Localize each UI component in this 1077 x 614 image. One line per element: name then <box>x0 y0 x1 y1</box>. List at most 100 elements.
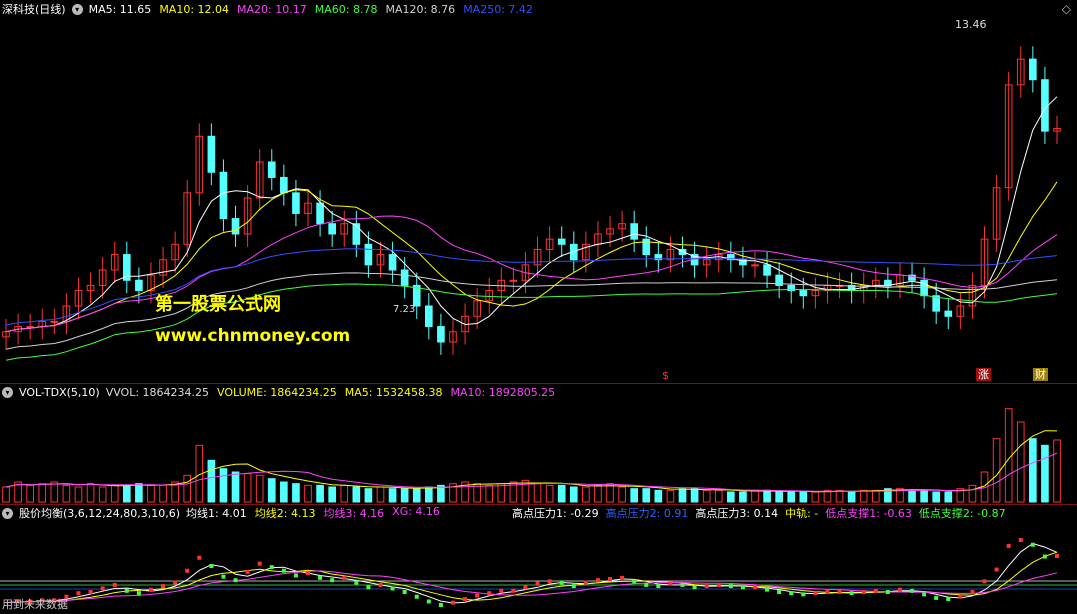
candle-body <box>280 176 288 194</box>
candle-body <box>763 264 771 276</box>
volume-bar <box>751 489 759 503</box>
volume-bar <box>690 488 699 503</box>
indicator-pane[interactable]: ▾ 股价均衡(3,6,12,24,80,3,10,6) 均线1: 4.01 均线2… <box>0 505 1077 614</box>
volume-bar <box>2 486 10 503</box>
indicator-dot <box>752 585 757 590</box>
expand-icon[interactable]: ◇ <box>1062 2 1071 16</box>
collapse-icon[interactable]: ▾ <box>2 507 13 519</box>
volume-bar <box>944 491 953 503</box>
indicator-dot <box>487 591 492 596</box>
indicator-dot <box>897 587 902 592</box>
candle-body <box>751 264 759 267</box>
indicator-dot <box>1030 542 1035 547</box>
ma-value-4: MA120: 8.76 <box>385 2 456 16</box>
volume-bar <box>304 484 312 503</box>
ind-value-0: 均线1: 4.01 <box>186 507 247 520</box>
candle-body <box>219 171 228 220</box>
volume-bar <box>654 489 663 503</box>
vol-value-1: VOLUME: 1864234.25 <box>217 385 337 399</box>
volume-bar <box>424 486 433 503</box>
ma-value-2: MA20: 10.17 <box>237 2 307 16</box>
collapse-icon[interactable]: ▾ <box>2 386 13 398</box>
candle-body <box>26 326 34 329</box>
volume-bar <box>243 473 252 503</box>
candle-body <box>437 326 445 343</box>
volume-bar <box>231 471 240 503</box>
indicator-dot <box>269 565 274 570</box>
indicator-dot <box>620 575 625 580</box>
price-pane[interactable]: 深科技(日线) ▾ MA5: 11.65 MA10: 12.04 MA20: 10.… <box>0 0 1077 383</box>
candle-body <box>1029 58 1037 81</box>
volume-bar <box>799 491 808 503</box>
indicator-name: 股价均衡(3,6,12,24,80,3,10,6) <box>19 507 181 520</box>
volume-pane[interactable]: ▾ VOL-TDX(5,10) VVOL: 1864234.25 VOLUME: … <box>0 384 1077 504</box>
volume-bar <box>207 459 216 503</box>
indicator-dot <box>958 594 963 599</box>
indicator-dot <box>535 581 540 586</box>
candle-body <box>509 279 518 282</box>
indicator-dot <box>801 592 806 597</box>
indicator-dot <box>76 591 81 596</box>
volume-bar <box>557 484 566 503</box>
ind-value-1: 均线2: 4.13 <box>254 507 316 520</box>
marker-zhang[interactable]: 涨 <box>976 368 991 381</box>
volume-bar <box>110 484 119 503</box>
volume-bar <box>642 488 651 503</box>
indicator-dot <box>342 575 347 580</box>
volume-header: ▾ VOL-TDX(5,10) VVOL: 1864234.25 VOLUME: … <box>2 384 555 400</box>
indicator-dot <box>922 592 927 597</box>
indicator-dot <box>765 587 770 592</box>
indicator-dot <box>438 603 443 607</box>
indicator-dot <box>837 590 842 594</box>
candle-body <box>267 161 276 178</box>
indicator-dot <box>571 584 576 589</box>
indicator-dot <box>245 569 250 574</box>
indicator-dot <box>112 582 117 587</box>
volume-bar <box>908 489 916 503</box>
collapse-icon[interactable]: ▾ <box>71 3 83 15</box>
volume-bar <box>1053 439 1061 503</box>
marker-s[interactable]: $ <box>660 369 671 382</box>
volume-bar <box>86 483 95 503</box>
indicator-dot <box>426 599 431 604</box>
indicator-dot <box>463 597 468 602</box>
indicator-dot <box>777 590 782 594</box>
volume-bar <box>871 489 880 503</box>
indicator-dot <box>789 591 794 596</box>
indicator-dot <box>390 586 395 591</box>
volume-bar <box>739 491 747 503</box>
volume-bar <box>267 478 276 503</box>
level-value-2: 高点压力3: 0.14 <box>695 507 779 520</box>
level-values: 高点压力1: -0.29 高点压力2: 0.91 高点压力3: 0.14 中轨: - 低… <box>512 505 1006 521</box>
volume-bar <box>787 491 796 503</box>
volume-bar <box>328 486 336 503</box>
volume-bar <box>992 438 1001 503</box>
indicator-dot <box>475 593 480 598</box>
low-label: 7.23 <box>393 304 416 315</box>
indicator-dot <box>281 568 286 573</box>
volume-bar <box>400 488 409 503</box>
indicator-dot <box>692 585 697 590</box>
candle-body <box>352 223 361 245</box>
indicator-dot <box>656 584 661 589</box>
indicator-dot <box>680 582 685 587</box>
candle-body <box>316 202 324 225</box>
volume-values: VVOL: 1864234.25 VOLUME: 1864234.25 MA5: 1… <box>106 386 556 399</box>
volume-bar <box>594 484 602 503</box>
candle-body <box>932 295 941 312</box>
marker-caibao[interactable]: 财 <box>1033 368 1048 381</box>
indicator-dot <box>1006 543 1011 548</box>
indicator-dot <box>970 590 975 594</box>
candle-body <box>388 254 397 271</box>
indicator-dot <box>88 590 93 594</box>
candle-body <box>50 320 59 323</box>
candle-body <box>292 192 300 214</box>
indicator-dot <box>511 588 516 593</box>
volume-bar <box>485 484 494 503</box>
indicator-dot <box>330 578 335 583</box>
indicator-dot <box>704 584 709 589</box>
watermark-url: www.chnmoney.com <box>155 326 351 346</box>
candle-body <box>400 269 409 286</box>
volume-bar <box>521 479 530 503</box>
indicator-dot <box>378 582 383 587</box>
